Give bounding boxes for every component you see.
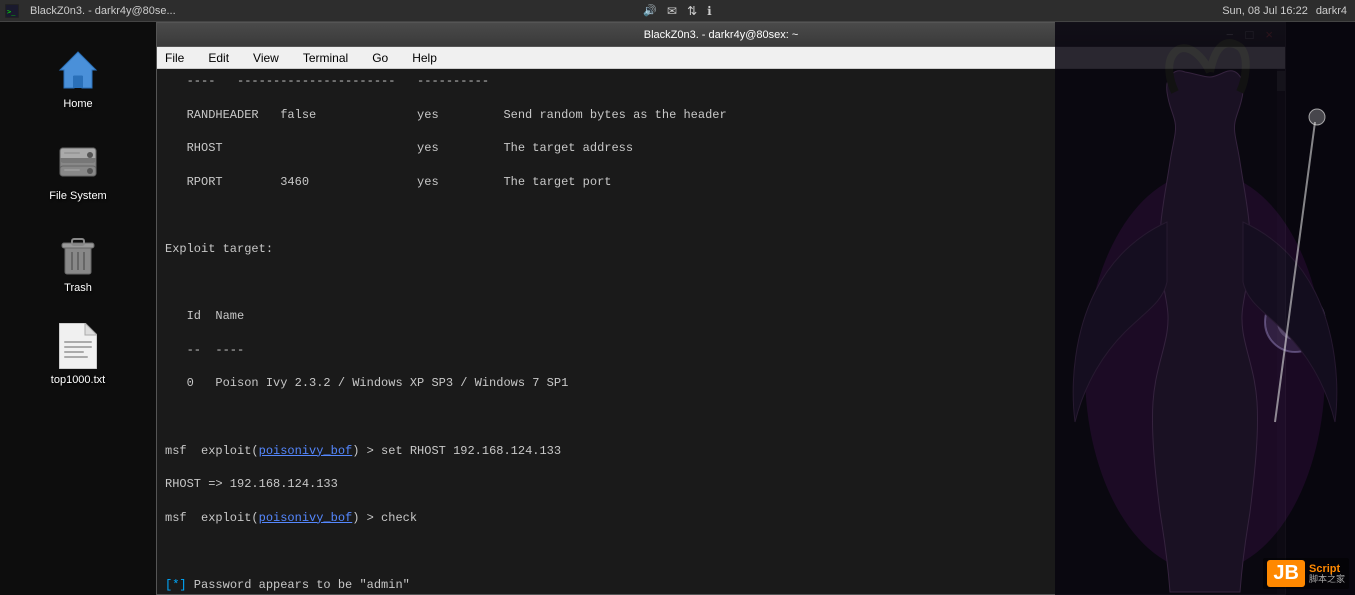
watermark-script-label: Script [1309, 564, 1345, 575]
svg-text:>_: >_ [7, 8, 16, 16]
terminal-scrollbar-thumb[interactable] [1277, 71, 1285, 91]
menu-file[interactable]: File [161, 51, 188, 65]
username-label: darkr4 [1316, 5, 1347, 17]
file-icon [54, 322, 102, 370]
info-icon: ℹ [707, 4, 712, 18]
terminal-window: BlackZ0n3. - darkr4y@80sex: ~ − □ × File… [156, 22, 1286, 595]
taskbar-center-title: 🔊 ✉ ⇅ ℹ [643, 4, 711, 18]
trash-icon-label: Trash [64, 282, 92, 294]
datetime-label: Sun, 08 Jul 16:22 [1222, 5, 1308, 17]
taskbar-app-title: BlackZ0n3. - darkr4y@80se... [24, 5, 182, 17]
terminal-window-title: BlackZ0n3. - darkr4y@80sex: ~ [644, 29, 799, 41]
desktop-icon-home[interactable]: Home [50, 42, 106, 114]
terminal-scrollbar[interactable] [1277, 69, 1285, 594]
taskbar-top: >_ BlackZ0n3. - darkr4y@80se... 🔊 ✉ ⇅ ℹ … [0, 0, 1355, 22]
terminal-content[interactable]: ---- ---------------------- ---------- R… [157, 69, 1285, 594]
desktop-icon-file[interactable]: top1000.txt [47, 318, 109, 390]
maximize-button[interactable]: □ [1242, 27, 1258, 42]
watermark-site-label: 脚本之家 [1309, 575, 1345, 584]
trash-icon [54, 230, 102, 278]
mail-icon[interactable]: ✉ [667, 4, 677, 18]
filesystem-icon [54, 138, 102, 186]
terminal-menubar: File Edit View Terminal Go Help [157, 47, 1285, 69]
home-icon-label: Home [63, 98, 92, 110]
taskbar-app-icon: >_ [4, 3, 20, 19]
menu-help[interactable]: Help [408, 51, 441, 65]
minimize-button[interactable]: − [1222, 27, 1238, 42]
menu-view[interactable]: View [249, 51, 283, 65]
file-icon-label: top1000.txt [51, 374, 105, 386]
taskbar-left: >_ BlackZ0n3. - darkr4y@80se... [0, 3, 182, 19]
terminal-controls: − □ × [1222, 27, 1277, 42]
taskbar-right: Sun, 08 Jul 16:22 darkr4 [1222, 5, 1355, 17]
menu-edit[interactable]: Edit [204, 51, 233, 65]
terminal-titlebar: BlackZ0n3. - darkr4y@80sex: ~ − □ × [157, 23, 1285, 47]
watermark: JB Script 脚本之家 [1263, 558, 1349, 589]
home-icon [54, 46, 102, 94]
filesystem-icon-label: File System [49, 190, 106, 202]
desktop-icon-trash[interactable]: Trash [50, 226, 106, 298]
watermark-logo: JB [1267, 560, 1305, 587]
terminal-output: ---- ---------------------- ---------- R… [165, 73, 1277, 594]
menu-terminal[interactable]: Terminal [299, 51, 352, 65]
network-icon[interactable]: ⇅ [687, 4, 697, 18]
desktop: >_ BlackZ0n3. - darkr4y@80se... 🔊 ✉ ⇅ ℹ … [0, 0, 1355, 595]
volume-icon[interactable]: 🔊 [643, 4, 657, 17]
close-button[interactable]: × [1261, 27, 1277, 42]
watermark-text-block: Script 脚本之家 [1309, 564, 1345, 584]
desktop-icons-panel: Home File System [0, 22, 156, 595]
menu-go[interactable]: Go [368, 51, 392, 65]
desktop-icon-filesystem[interactable]: File System [45, 134, 110, 206]
